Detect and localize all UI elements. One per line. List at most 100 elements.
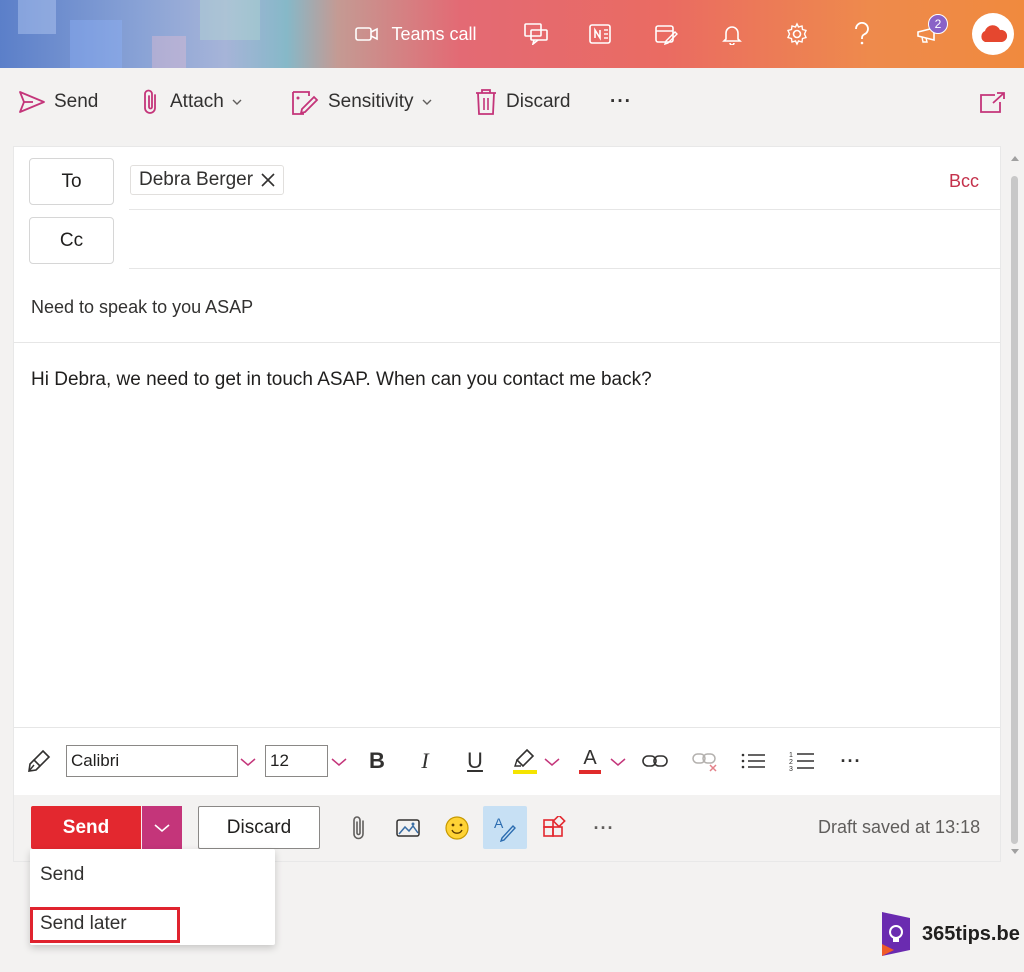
subject-field[interactable]: Need to speak to you ASAP xyxy=(31,297,253,318)
unlink-icon xyxy=(692,753,717,772)
insert-link-button[interactable] xyxy=(640,746,670,776)
calendar-button[interactable] xyxy=(650,14,682,54)
emoji-button[interactable] xyxy=(441,812,473,844)
ribbon-toolbar: Send Attach Sensitivity Discard ··· xyxy=(0,68,1024,134)
toolbar-attach-button[interactable]: Attach xyxy=(140,84,242,120)
toolbar-discard-label: Discard xyxy=(506,91,571,112)
svg-text:A: A xyxy=(494,815,504,831)
image-icon xyxy=(396,819,420,837)
action-more-button[interactable]: ··· xyxy=(588,812,620,844)
draft-status: Draft saved at 13:18 xyxy=(818,817,981,837)
lightbulb-logo-icon xyxy=(882,912,910,956)
app-header: Teams call 2 xyxy=(0,0,1024,68)
watermark-text: 365tips.be xyxy=(922,922,1020,945)
menu-item-send-later[interactable]: Send later xyxy=(40,913,127,935)
underline-button[interactable]: U xyxy=(460,746,490,776)
send-options-menu: Send Send later xyxy=(30,849,275,945)
chat-icon xyxy=(524,23,548,45)
close-icon[interactable] xyxy=(261,173,275,187)
paperclip-icon xyxy=(353,816,364,840)
chevron-down-icon[interactable] xyxy=(422,97,432,107)
formatting-toolbar: Calibri 12 B I U A 123 ··· xyxy=(14,730,1000,794)
toolbar-send-label: Send xyxy=(54,91,99,112)
divider xyxy=(14,342,1000,343)
trash-icon xyxy=(476,89,496,115)
avatar[interactable] xyxy=(972,13,1014,55)
paintbrush-icon xyxy=(28,749,51,772)
paperclip-icon xyxy=(144,89,156,114)
attach-file-button[interactable] xyxy=(343,812,375,844)
chevron-down-icon[interactable] xyxy=(610,757,626,767)
numbered-list-icon: 123 xyxy=(789,752,814,772)
svg-text:1: 1 xyxy=(789,752,793,759)
compose-pane: To Debra Berger Bcc Cc Need to speak to … xyxy=(13,146,1001,862)
pop-out-button[interactable] xyxy=(978,84,1006,120)
scrollbar-thumb[interactable] xyxy=(1011,176,1018,844)
chevron-down-icon[interactable] xyxy=(232,97,242,107)
scrollbar[interactable] xyxy=(1008,150,1022,860)
recipient-chip[interactable]: Debra Berger xyxy=(130,165,285,195)
link-icon xyxy=(642,755,668,767)
send-button[interactable]: Send xyxy=(31,806,141,849)
bold-button[interactable]: B xyxy=(362,746,392,776)
apps-icon xyxy=(543,816,566,837)
remove-link-button[interactable] xyxy=(690,746,720,776)
font-family-input[interactable]: Calibri xyxy=(66,745,238,777)
notification-badge: 2 xyxy=(928,14,948,34)
sensitivity-icon xyxy=(292,91,319,115)
chevron-down-icon xyxy=(154,823,170,832)
editor-button[interactable]: A xyxy=(483,806,527,849)
scroll-up-arrow-icon[interactable] xyxy=(1010,154,1020,162)
recipient-name: Debra Berger xyxy=(139,169,254,190)
send-icon xyxy=(19,91,45,113)
menu-item-send[interactable]: Send xyxy=(40,864,84,886)
header-decor-tile xyxy=(152,36,186,68)
cc-button[interactable]: Cc xyxy=(29,217,114,264)
teams-call-label: Teams call xyxy=(391,23,477,44)
font-size-input[interactable]: 12 xyxy=(265,745,328,777)
chat-button[interactable] xyxy=(520,14,552,54)
pop-out-icon xyxy=(980,92,1005,113)
font-color-label: A xyxy=(583,747,597,769)
settings-button[interactable] xyxy=(781,14,813,54)
italic-button[interactable]: I xyxy=(410,746,440,776)
bullet-list-icon xyxy=(741,753,765,769)
question-mark-icon xyxy=(855,22,869,45)
help-button[interactable] xyxy=(846,14,878,54)
toolbar-attach-label: Attach xyxy=(170,91,224,112)
formatting-more-button[interactable]: ··· xyxy=(836,746,866,776)
to-button[interactable]: To xyxy=(29,158,114,205)
toolbar-discard-button[interactable]: Discard xyxy=(474,84,570,120)
toolbar-send-button[interactable]: Send xyxy=(18,84,98,120)
send-options-button[interactable] xyxy=(141,806,182,849)
calendar-edit-icon xyxy=(655,25,678,45)
insert-picture-button[interactable] xyxy=(392,812,424,844)
apps-button[interactable] xyxy=(538,812,570,844)
font-color-button[interactable]: A xyxy=(575,746,605,776)
onenote-button[interactable] xyxy=(584,14,616,54)
onenote-icon xyxy=(589,24,611,44)
watermark: 365tips.be xyxy=(880,908,1020,960)
highlighter-icon xyxy=(513,748,537,774)
bell-icon xyxy=(722,26,742,45)
notifications-button[interactable] xyxy=(716,14,748,54)
toolbar-more-button[interactable]: ··· xyxy=(610,84,632,120)
bullets-button[interactable] xyxy=(738,746,768,776)
teams-call-button[interactable]: Teams call xyxy=(336,14,496,54)
scroll-down-arrow-icon[interactable] xyxy=(1010,848,1020,856)
divider xyxy=(129,209,1001,210)
smiley-icon xyxy=(445,816,469,840)
numbering-button[interactable]: 123 xyxy=(787,746,817,776)
chevron-down-icon[interactable] xyxy=(544,757,560,767)
chevron-down-icon[interactable] xyxy=(331,757,347,767)
chevron-down-icon[interactable] xyxy=(240,757,256,767)
editor-pen-icon: A xyxy=(494,815,516,842)
svg-text:2: 2 xyxy=(789,759,793,766)
format-painter-button[interactable] xyxy=(24,746,54,776)
bcc-link[interactable]: Bcc xyxy=(949,171,979,192)
cloud-logo-icon xyxy=(981,25,1008,42)
discard-button[interactable]: Discard xyxy=(198,806,320,849)
toolbar-sensitivity-button[interactable]: Sensitivity xyxy=(290,84,432,120)
highlight-button[interactable] xyxy=(510,746,540,776)
message-body[interactable]: Hi Debra, we need to get in touch ASAP. … xyxy=(31,369,652,391)
